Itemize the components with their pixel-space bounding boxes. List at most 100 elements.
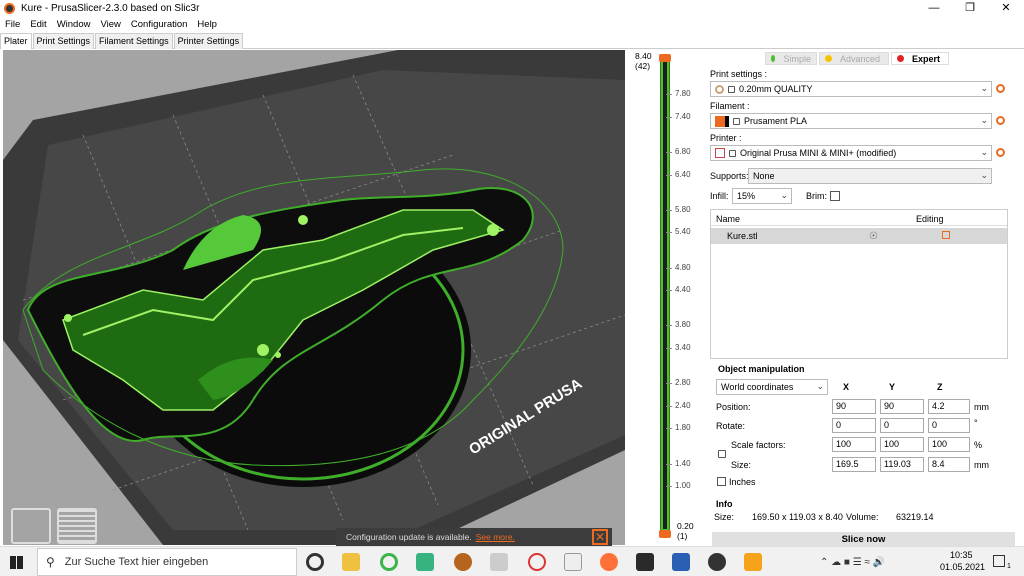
col-name: Name (716, 214, 741, 224)
app-red-icon[interactable] (528, 553, 546, 571)
printer-combo[interactable]: Original Prusa MINI & MINI+ (modified) ⌄ (710, 145, 992, 161)
3d-viewport[interactable]: ORIGINAL PRUSA (3, 50, 625, 545)
info-size-value: 169.50 x 119.03 x 8.40 (752, 512, 843, 522)
menu-view[interactable]: View (95, 19, 125, 30)
inches-label: Inches (729, 477, 756, 487)
app-circle-icon[interactable] (380, 553, 398, 571)
menu-edit[interactable]: Edit (25, 19, 51, 30)
layer-tick: 1.80 (666, 423, 691, 432)
scale-x-input[interactable]: 100 (832, 437, 876, 452)
rotate-x-input[interactable]: 0 (832, 418, 876, 433)
size-y-input[interactable]: 119.03 (880, 457, 924, 472)
size-x-input[interactable]: 169.5 (832, 457, 876, 472)
simple-dot-icon (771, 55, 776, 62)
layer-tick: 1.00 (666, 481, 691, 490)
layer-tick: 6.80 (666, 147, 691, 156)
col-editing: Editing (916, 214, 944, 224)
position-y-input[interactable]: 90 (880, 399, 924, 414)
print-profile-icon (715, 84, 724, 94)
supports-combo[interactable]: None ⌄ (748, 168, 992, 184)
scale-z-input[interactable]: 100 (928, 437, 970, 452)
mode-expert-button[interactable]: Expert (891, 52, 949, 65)
app-bug-icon[interactable] (454, 553, 472, 571)
pdf-icon[interactable] (564, 553, 582, 571)
search-placeholder: Zur Suche Text hier eingeben (64, 556, 209, 568)
position-label: Position: (716, 402, 751, 412)
scale-unit: % (974, 440, 983, 450)
app-green-icon[interactable] (416, 553, 434, 571)
view-layers-icon[interactable] (57, 508, 97, 544)
search-input[interactable]: ⚲ Zur Suche Text hier eingeben (37, 548, 297, 576)
app-blue-icon[interactable] (672, 553, 690, 571)
position-z-input[interactable]: 4.2 (928, 399, 970, 414)
rotate-z-input[interactable]: 0 (928, 418, 970, 433)
filament-combo[interactable]: Prusament PLA ⌄ (710, 113, 992, 129)
mode-simple-label: Simple (783, 53, 811, 64)
close-button[interactable]: ✕ (988, 0, 1024, 16)
minimize-button[interactable]: — (916, 0, 952, 16)
firefox-icon[interactable] (600, 553, 618, 571)
inkscape-icon[interactable] (636, 553, 654, 571)
rotate-y-input[interactable]: 0 (880, 418, 924, 433)
axis-z-label: Z (937, 382, 943, 392)
chevron-down-icon: ⌄ (816, 381, 824, 391)
visibility-eye-icon[interactable]: ☉ (869, 231, 878, 242)
prusaslicer-taskbar-icon[interactable] (708, 553, 726, 571)
rotate-unit: ° (974, 418, 978, 428)
view-iso-icon[interactable] (11, 508, 51, 544)
rotate-label: Rotate: (716, 421, 746, 431)
table-row[interactable]: Kure.stl ☉ (711, 228, 1007, 244)
printer-gear-icon[interactable] (996, 148, 1005, 157)
menu-help[interactable]: Help (192, 19, 222, 30)
layer-tick: 1.40 (666, 459, 691, 468)
coordinates-combo[interactable]: World coordinates ⌄ (716, 379, 828, 395)
see-more-link[interactable]: See more. (476, 532, 515, 542)
notification-text: Configuration update is available. (346, 532, 472, 542)
mode-advanced-button[interactable]: Advanced (819, 52, 889, 65)
tab-printer-settings[interactable]: Printer Settings (173, 33, 244, 49)
edit-object-icon[interactable] (942, 231, 950, 239)
tab-filament-settings[interactable]: Filament Settings (95, 33, 173, 49)
brim-checkbox[interactable] (830, 191, 840, 201)
title-bar: Kure - PrusaSlicer-2.3.0 based on Slic3r (0, 0, 1024, 16)
close-notification-icon[interactable]: ✕ (592, 529, 608, 545)
supports-value: None (753, 171, 775, 181)
axis-y-label: Y (889, 382, 896, 392)
file-explorer-icon[interactable] (342, 553, 360, 571)
infill-combo[interactable]: 15% ⌄ (732, 188, 792, 204)
menu-window[interactable]: Window (52, 19, 96, 30)
print-settings-combo[interactable]: 0.20mm QUALITY ⌄ (710, 81, 992, 97)
layer-top-handle-icon[interactable] (659, 54, 671, 62)
system-tray-icons[interactable]: ⌃ ☁ ■ ☰ ≈ 🔊 (820, 557, 885, 568)
object-list[interactable]: Name Editing Kure.stl ☉ (710, 209, 1008, 359)
start-icon[interactable] (10, 556, 23, 569)
app-grid-icon[interactable] (490, 553, 508, 571)
info-title: Info (716, 499, 733, 509)
notification-center-icon[interactable] (993, 555, 1005, 567)
filament-gear-icon[interactable] (996, 116, 1005, 125)
mode-simple-button[interactable]: Simple (765, 52, 817, 65)
size-unit: mm (974, 460, 989, 470)
lock-icon (729, 149, 736, 157)
maximize-button[interactable]: ❐ (952, 0, 988, 16)
print-settings-gear-icon[interactable] (996, 84, 1005, 93)
scale-y-input[interactable]: 100 (880, 437, 924, 452)
position-x-input[interactable]: 90 (832, 399, 876, 414)
app-orange-icon[interactable] (744, 553, 762, 571)
tab-print-settings[interactable]: Print Settings (32, 33, 95, 49)
inches-checkbox[interactable] (717, 477, 726, 486)
layer-slider[interactable]: 8.40 (42) 0.20 (1) 7.80 7.40 6.80 6.40 5… (625, 50, 707, 545)
menu-file[interactable]: File (0, 19, 25, 30)
printer-value: Original Prusa MINI & MINI+ (modified) (740, 148, 897, 158)
chevron-down-icon: ⌄ (980, 83, 988, 93)
chevron-down-icon: ⌄ (980, 170, 988, 180)
uniform-scale-lock-icon[interactable] (718, 450, 726, 458)
print-bed-scene: ORIGINAL PRUSA (3, 50, 625, 545)
menu-configuration[interactable]: Configuration (126, 19, 193, 30)
task-view-icon[interactable] (306, 553, 324, 571)
layer-bottom-handle-icon[interactable] (659, 530, 671, 538)
layer-tick: 3.80 (666, 320, 691, 329)
size-z-input[interactable]: 8.4 (928, 457, 970, 472)
tab-plater[interactable]: Plater (0, 33, 32, 49)
update-notification: Configuration update is available. See m… (336, 528, 612, 546)
